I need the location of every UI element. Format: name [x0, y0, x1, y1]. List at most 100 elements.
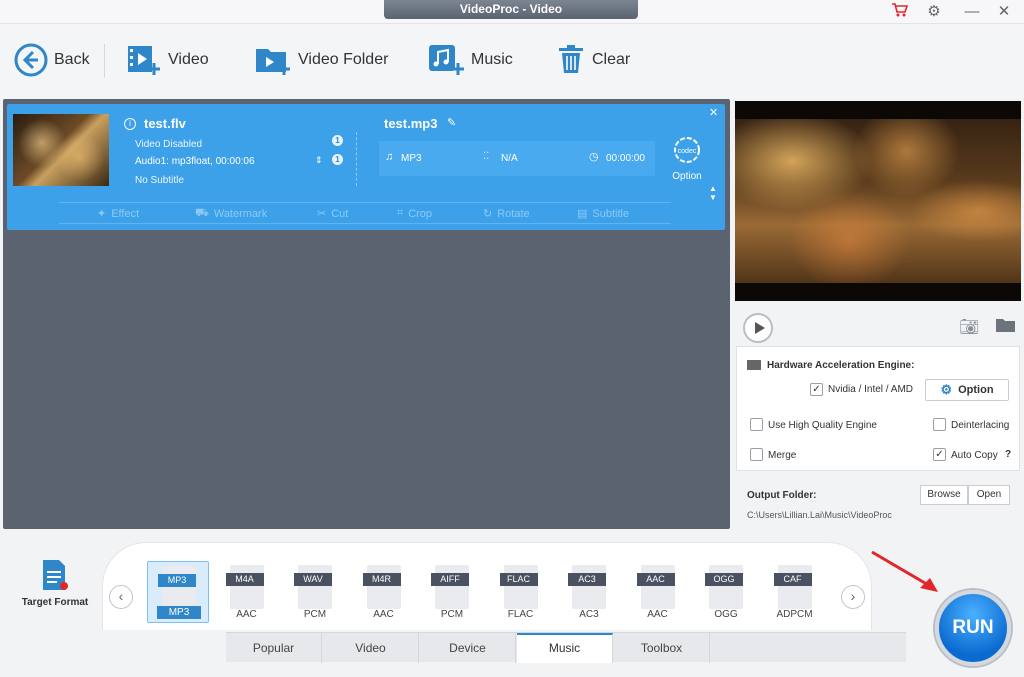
high-quality-checkbox[interactable]	[750, 418, 763, 431]
format-item-aiff[interactable]: AIFF PCM	[421, 561, 483, 623]
hw-accel-title: Hardware Acceleration Engine:	[767, 360, 915, 371]
clear-button[interactable]: Clear	[556, 42, 630, 78]
tab-video[interactable]: Video	[323, 633, 419, 663]
video-info: Video Disabled	[135, 139, 203, 150]
video-folder-label: Video Folder	[298, 51, 389, 68]
format-item-aac[interactable]: AAC AAC	[627, 561, 689, 623]
add-video-button[interactable]: Video	[126, 42, 209, 78]
clock-icon: ◷	[589, 151, 599, 163]
format-item-ac3[interactable]: AC3 AC3	[558, 561, 620, 623]
minimize-icon[interactable]: —	[962, 2, 982, 22]
music-note-icon: ♫	[385, 151, 394, 163]
hw-option-label: Option	[958, 384, 994, 396]
format-tag: FLAC	[499, 573, 538, 586]
browse-button[interactable]: Browse	[920, 485, 968, 505]
edit-name-pencil-icon[interactable]: ✎	[447, 116, 456, 129]
next-format-arrow[interactable]: ›	[841, 585, 865, 609]
play-button[interactable]	[743, 313, 773, 343]
hw-option-button[interactable]: ⚙ Option	[925, 379, 1009, 401]
open-button[interactable]: Open	[968, 485, 1010, 505]
audio-track-stepper-icon[interactable]: ⇕	[315, 155, 323, 166]
format-item-ogg[interactable]: OGG OGG	[695, 561, 757, 623]
scissors-icon: ✂	[317, 208, 327, 220]
format-file-icon	[777, 565, 812, 609]
format-file-icon	[709, 565, 743, 609]
output-info-box: ♫ MP3 ⁚⁚ N/A ◷ 00:00:00	[379, 141, 655, 176]
resolution-icon: ⁚⁚	[483, 151, 490, 162]
format-tag: AC3	[568, 573, 606, 586]
reorder-arrows-icon[interactable]: ▲ ▼	[709, 184, 717, 202]
codec-option-button[interactable]: codec Option	[667, 134, 707, 184]
subtitle-icon: ▤	[577, 208, 588, 220]
output-duration: 00:00:00	[606, 153, 645, 164]
add-music-button[interactable]: Music	[427, 42, 513, 78]
rotate-icon: ↻	[483, 208, 493, 220]
output-format: MP3	[401, 153, 422, 164]
open-folder-icon[interactable]	[995, 317, 1017, 338]
back-label: Back	[54, 51, 90, 68]
tab-device[interactable]: Device	[420, 633, 516, 663]
format-tag: CAF	[773, 573, 812, 586]
add-music-icon	[429, 45, 464, 75]
prev-format-arrow[interactable]: ‹	[109, 585, 133, 609]
remove-task-icon[interactable]: ✕	[709, 106, 718, 119]
subtitle-button[interactable]: ▤ Subtitle	[577, 207, 630, 221]
codec-text: codec	[678, 148, 697, 155]
format-item-flac[interactable]: FLAC FLAC	[490, 561, 552, 623]
format-tag: M4A	[225, 573, 264, 586]
close-icon[interactable]: ✕	[994, 2, 1014, 22]
subtitle-label: Subtitle	[592, 207, 630, 220]
merge-label: Merge	[768, 450, 797, 461]
subtitle-info: No Subtitle	[135, 175, 184, 186]
tab-popular[interactable]: Popular	[226, 633, 322, 663]
snapshot-camera-icon[interactable]: 📷︎	[959, 317, 979, 337]
format-tag: M4R	[362, 573, 401, 586]
format-codec: AC3	[579, 609, 599, 620]
trash-icon	[559, 45, 583, 73]
add-video-folder-button[interactable]: Video Folder	[254, 42, 388, 78]
cart-icon[interactable]	[890, 2, 910, 22]
auto-copy-help-icon[interactable]: ?	[1005, 449, 1011, 460]
toolbar-divider	[104, 44, 105, 78]
codec-gear-icon: codec	[674, 137, 700, 163]
tab-music[interactable]: Music	[517, 633, 613, 663]
back-button[interactable]: Back	[14, 42, 90, 78]
format-item-mp3[interactable]: MP3 MP3	[147, 561, 209, 623]
task-item[interactable]: i test.flv Video Disabled Audio1: mp3flo…	[7, 104, 725, 230]
annotation-arrow-icon	[871, 550, 938, 592]
format-item-m4r[interactable]: M4R AAC	[353, 561, 415, 623]
source-filename: test.flv	[144, 116, 186, 131]
video-track-count: 1	[332, 135, 343, 146]
format-codec: PCM	[440, 609, 464, 620]
format-codec: FLAC	[507, 609, 534, 620]
target-format-button[interactable]: Target Format	[12, 558, 98, 618]
effect-button[interactable]: ✦ Effect	[97, 207, 139, 221]
rotate-button[interactable]: ↻ Rotate	[483, 207, 530, 221]
run-button[interactable]: RUN	[935, 590, 1011, 666]
settings-gear-icon[interactable]: ⚙	[924, 2, 944, 22]
merge-checkbox[interactable]	[750, 448, 763, 461]
output-filename: test.mp3	[384, 116, 438, 131]
crop-button[interactable]: ⌗ Crop	[397, 207, 432, 220]
format-item-wav[interactable]: WAV PCM	[284, 561, 346, 623]
format-file-icon	[366, 565, 401, 609]
format-file-icon	[435, 565, 469, 609]
audio-info[interactable]: Audio1: mp3float, 00:00:06	[135, 156, 255, 167]
nvidia-checkbox[interactable]: ✓	[810, 383, 823, 396]
cut-button[interactable]: ✂ Cut	[317, 207, 348, 221]
deinterlacing-checkbox[interactable]	[933, 418, 946, 431]
auto-copy-checkbox[interactable]: ✓	[933, 448, 946, 461]
output-resolution: N/A	[501, 153, 518, 164]
target-format-icon	[43, 560, 68, 590]
format-tag: AAC	[636, 573, 675, 586]
tab-toolbox[interactable]: Toolbox	[614, 633, 710, 663]
main-toolbar: Back Video Video Folder Music Clear	[0, 24, 1024, 98]
arrow-divider	[347, 132, 357, 186]
info-icon[interactable]: i	[124, 118, 136, 130]
format-item-caf[interactable]: CAF ADPCM	[764, 561, 826, 623]
auto-copy-label: Auto Copy	[951, 450, 998, 461]
watermark-button[interactable]: ⛟ Watermark	[195, 207, 267, 221]
format-item-m4a[interactable]: M4A AAC	[216, 561, 278, 623]
output-folder-path[interactable]: C:\Users\Lillian.Lai\Music\VideoProc	[747, 510, 892, 520]
format-tag: AIFF	[431, 573, 469, 586]
